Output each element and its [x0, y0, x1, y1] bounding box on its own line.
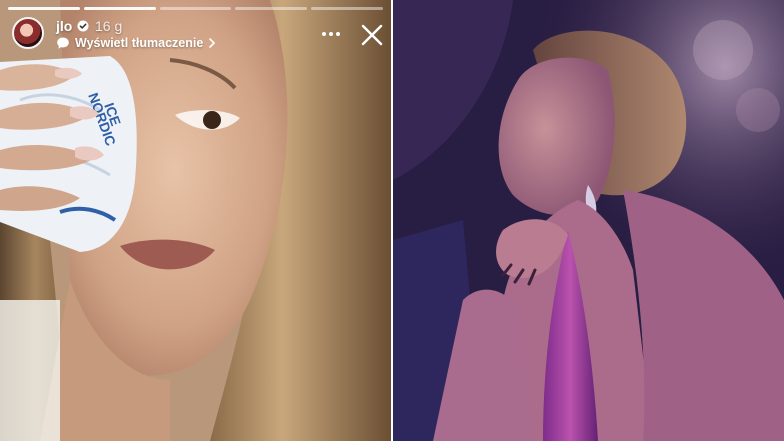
story-panel: NORDIC ICE jlo 16 g Wyświetl tłumaczenie [0, 0, 391, 441]
event-photo-illustration [393, 0, 784, 441]
translate-icon [57, 37, 69, 49]
progress-segment [8, 7, 80, 10]
avatar[interactable] [12, 17, 44, 49]
progress-segment [159, 7, 232, 10]
progress-segment [83, 7, 156, 10]
progress-segment [235, 7, 308, 10]
verified-badge-icon [77, 20, 89, 32]
translate-label: Wyświetl tłumaczenie [75, 36, 204, 50]
story-timestamp: 16 g [95, 18, 123, 34]
close-icon[interactable] [359, 22, 385, 48]
more-icon[interactable] [320, 26, 342, 42]
story-progress-bar [8, 7, 383, 10]
event-photo [393, 0, 784, 441]
translate-link[interactable]: Wyświetl tłumaczenie [56, 35, 216, 51]
story-photo: NORDIC ICE [0, 0, 391, 441]
chevron-right-icon [209, 38, 216, 48]
progress-segment [311, 7, 383, 10]
username[interactable]: jlo [56, 18, 72, 34]
